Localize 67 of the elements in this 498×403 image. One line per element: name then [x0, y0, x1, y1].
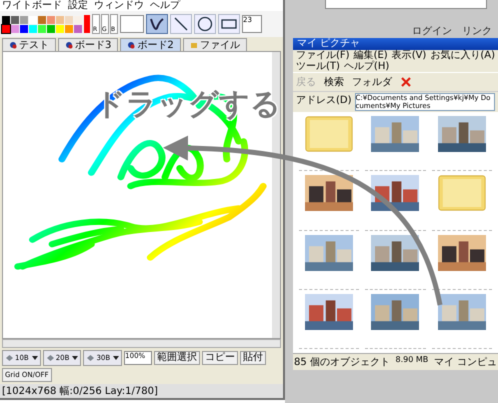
status-bar: [1024x768 幅:0/256 Lay:1/780] [0, 384, 283, 398]
window-title: マイ ピクチャ [293, 38, 498, 50]
color-swatch[interactable] [65, 24, 73, 32]
menu-item[interactable]: ワイトボード [2, 0, 62, 11]
address-label: アドレス(D) [296, 94, 352, 107]
toolbar-button[interactable]: 検索 [324, 75, 344, 89]
status-text: 8.90 MB [395, 355, 428, 366]
current-color [84, 15, 90, 33]
color-swatch[interactable] [56, 16, 64, 24]
toolbar-button[interactable]: コピー [202, 351, 238, 365]
color-swatch[interactable] [2, 24, 10, 32]
color-swatch[interactable] [47, 16, 55, 24]
layer-icon [46, 354, 55, 362]
pen-stroke-icon [148, 16, 166, 32]
color-swatch[interactable] [29, 16, 37, 24]
caret-icon[interactable] [72, 356, 78, 360]
tool-button[interactable] [146, 14, 168, 34]
status-text: 85 個のオブジェクト [294, 356, 390, 369]
color-swatch[interactable] [11, 16, 19, 24]
tool-button[interactable] [170, 14, 192, 34]
color-swatch[interactable] [74, 16, 82, 24]
color-swatch[interactable] [38, 24, 46, 32]
tab[interactable]: ファイル [182, 38, 247, 51]
toolbar-link[interactable]: リンク [462, 24, 492, 38]
menu-item[interactable]: ファイル(F) [296, 50, 350, 61]
color-swatch[interactable] [2, 16, 10, 24]
menu-item[interactable]: 編集(E) [354, 50, 388, 61]
color-swatch[interactable] [74, 24, 82, 32]
tool-button[interactable] [218, 14, 240, 34]
toolbar-button[interactable]: フォルダ [352, 75, 392, 89]
menu-item[interactable]: ヘルプ(H) [344, 61, 390, 72]
caret-icon[interactable] [32, 356, 38, 360]
board-icon [9, 41, 17, 49]
tab[interactable]: テスト [2, 38, 56, 51]
menu-item[interactable]: 表示(V) [392, 50, 426, 61]
toolbar-link[interactable]: ログイン [412, 24, 452, 38]
folder-icon [190, 41, 198, 49]
layer-icon [5, 354, 14, 362]
layer-icon [86, 354, 96, 362]
color-swatch[interactable] [20, 16, 28, 24]
color-swatch[interactable] [29, 24, 37, 32]
caret-icon[interactable] [113, 356, 120, 360]
board-icon [65, 41, 73, 49]
search-field[interactable] [325, 0, 487, 9]
menu-item[interactable]: お気に入り(A) [430, 50, 495, 61]
toolbar-button[interactable]: 貼付 [240, 351, 266, 365]
tab[interactable]: ボード3 [58, 38, 118, 51]
menu-item[interactable]: ウィンドウ [94, 0, 144, 11]
circle-icon [196, 16, 214, 32]
color-swatch[interactable] [56, 24, 64, 32]
folder-icon[interactable] [438, 175, 486, 212]
status-text: マイ コンピュ [434, 356, 497, 369]
board-icon [127, 41, 136, 49]
menu-item[interactable]: ツール(T) [296, 61, 340, 72]
tab[interactable]: ボード2 [120, 38, 181, 51]
color-swatch[interactable] [47, 24, 55, 32]
line-icon [172, 16, 190, 32]
brush-preview [120, 15, 144, 33]
toolbar-button[interactable]: 範囲選択 [154, 351, 200, 365]
color-swatch[interactable] [11, 24, 19, 32]
drawing-canvas[interactable] [2, 51, 281, 339]
color-swatch[interactable] [38, 16, 46, 24]
scrollbar[interactable] [2, 339, 281, 348]
color-swatch[interactable] [65, 16, 73, 24]
tool-button[interactable] [194, 14, 216, 34]
delete-icon[interactable] [400, 76, 412, 88]
color-swatch[interactable] [20, 24, 28, 32]
